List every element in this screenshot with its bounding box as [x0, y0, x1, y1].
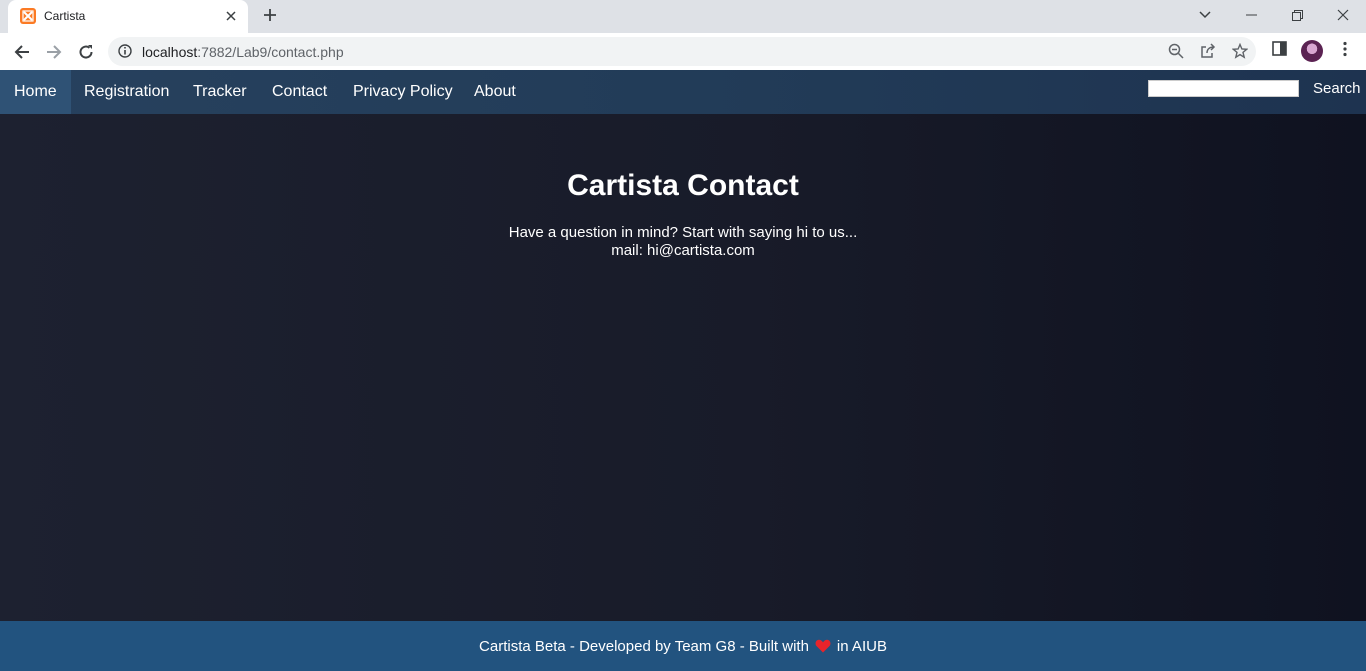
footer-text-before: Cartista Beta - Developed by Team G8 - B…: [479, 637, 809, 655]
nav-registration[interactable]: Registration: [70, 70, 183, 114]
back-arrow-icon[interactable]: [8, 38, 36, 66]
nav-tracker[interactable]: Tracker: [179, 70, 261, 114]
xampp-favicon-icon: [20, 8, 36, 24]
heart-icon: [815, 639, 831, 653]
address-bar[interactable]: localhost:7882/Lab9/contact.php: [108, 37, 1256, 66]
side-panel-icon[interactable]: [1272, 41, 1287, 61]
chevron-down-icon[interactable]: [1182, 0, 1228, 30]
tab-title: Cartista: [44, 9, 86, 23]
info-icon[interactable]: [118, 44, 132, 63]
share-icon[interactable]: [1200, 43, 1216, 64]
forward-arrow-icon[interactable]: [40, 38, 68, 66]
site-navbar: Home Registration Tracker Contact Privac…: [0, 70, 1366, 114]
page-body: Home Registration Tracker Contact Privac…: [0, 70, 1366, 671]
url-path: :7882/Lab9/contact.php: [197, 44, 344, 60]
nav-about[interactable]: About: [460, 70, 530, 114]
plus-icon[interactable]: [258, 4, 282, 28]
menu-dots-icon[interactable]: [1338, 41, 1352, 62]
nav-home[interactable]: Home: [0, 70, 71, 114]
browser-tab[interactable]: Cartista: [8, 0, 248, 33]
window-close-icon[interactable]: [1320, 0, 1366, 30]
page-title: Cartista Contact: [567, 169, 799, 202]
minimize-icon[interactable]: [1228, 0, 1274, 30]
search-button[interactable]: Search: [1313, 80, 1361, 97]
browser-tab-strip: Cartista: [0, 0, 1366, 33]
nav-contact[interactable]: Contact: [258, 70, 341, 114]
zoom-icon[interactable]: [1168, 43, 1184, 64]
footer-text-after: in AIUB: [836, 637, 887, 655]
nav-privacy-policy[interactable]: Privacy Policy: [339, 70, 467, 114]
search-input[interactable]: [1148, 80, 1299, 97]
url-text: localhost:7882/Lab9/contact.php: [142, 44, 344, 60]
url-host: localhost: [142, 44, 198, 60]
reload-icon[interactable]: [72, 38, 100, 66]
close-icon[interactable]: [222, 7, 240, 25]
profile-avatar[interactable]: [1301, 40, 1323, 62]
contact-mail-text: mail: hi@cartista.com: [611, 242, 755, 259]
restore-icon[interactable]: [1274, 0, 1320, 30]
star-icon[interactable]: [1231, 42, 1249, 64]
browser-toolbar: localhost:7882/Lab9/contact.php: [0, 33, 1366, 70]
contact-intro-text: Have a question in mind? Start with sayi…: [508, 224, 858, 241]
site-footer: Cartista Beta - Developed by Team G8 - B…: [0, 621, 1366, 671]
